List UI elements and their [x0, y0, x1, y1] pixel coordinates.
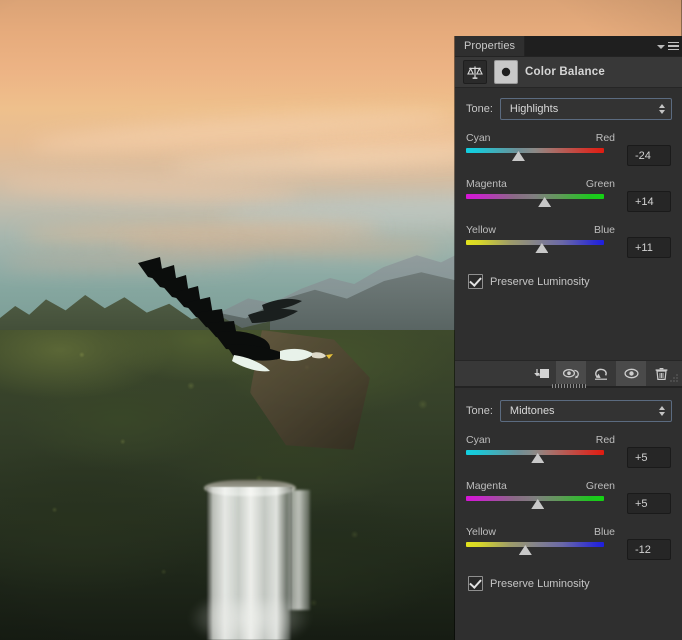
- tone-row: Tone: Midtones: [455, 400, 682, 422]
- tone-label: Tone:: [466, 103, 493, 115]
- adjustment-midtones: Tone: Midtones Cyan Red: [455, 388, 682, 640]
- slider-right-label: Red: [596, 132, 615, 144]
- adjustment-highlights: Color Balance Tone: Highlights: [455, 57, 682, 386]
- slider-left-label: Magenta: [466, 178, 507, 190]
- panel-empty-space: [455, 591, 682, 640]
- preserve-luminosity-row[interactable]: Preserve Luminosity: [455, 270, 682, 289]
- preserve-luminosity-checkbox[interactable]: [468, 274, 483, 289]
- slider-right-label: Blue: [594, 224, 615, 236]
- slider-track-wrap[interactable]: [466, 449, 604, 463]
- slider-left-label: Cyan: [466, 132, 491, 144]
- panel-tab-controls: [657, 36, 679, 56]
- slider-group: Cyan Red +5: [455, 434, 682, 560]
- slider-value-field[interactable]: +14: [627, 191, 671, 212]
- slider-right-label: Blue: [594, 526, 615, 538]
- waterfall-mist: [190, 600, 310, 640]
- slider-track[interactable]: [466, 148, 604, 153]
- slider-track[interactable]: [466, 496, 604, 501]
- slider-cyan-red: Cyan Red -24: [466, 132, 671, 166]
- slider-left-label: Yellow: [466, 526, 496, 538]
- adjustment-body: Tone: Highlights Cyan Red: [455, 88, 682, 360]
- slider-track[interactable]: [466, 240, 604, 245]
- slider-track[interactable]: [466, 450, 604, 455]
- slider-track-wrap[interactable]: [466, 541, 604, 555]
- clip-to-layer-button[interactable]: [526, 361, 556, 386]
- stepper-icon[interactable]: [659, 104, 665, 114]
- layer-mask-thumbnail-icon[interactable]: [494, 60, 518, 84]
- properties-panel: Properties: [455, 36, 682, 640]
- toggle-visibility-button[interactable]: [616, 361, 646, 386]
- application-window: Properties: [0, 0, 682, 640]
- slider-magenta-green: Magenta Green +14: [466, 178, 671, 212]
- slider-track[interactable]: [466, 194, 604, 199]
- slider-track[interactable]: [466, 542, 604, 547]
- panel-menu-icon[interactable]: [668, 42, 679, 51]
- slider-value-field[interactable]: +11: [627, 237, 671, 258]
- panel-empty-space: [455, 289, 682, 360]
- toggle-previous-button[interactable]: [556, 361, 586, 386]
- reset-button[interactable]: [586, 361, 616, 386]
- preserve-luminosity-label: Preserve Luminosity: [490, 276, 590, 288]
- slider-right-label: Red: [596, 434, 615, 446]
- adjustment-body: Tone: Midtones Cyan Red: [455, 388, 682, 640]
- slider-track-wrap[interactable]: [466, 193, 604, 207]
- chevron-down-icon[interactable]: [657, 45, 665, 49]
- slider-right-label: Green: [586, 480, 615, 492]
- slider-yellow-blue: Yellow Blue -12: [466, 526, 671, 560]
- eagle-icon: [130, 255, 340, 385]
- slider-value-field[interactable]: +5: [627, 447, 671, 468]
- slider-track-wrap[interactable]: [466, 147, 604, 161]
- tab-properties[interactable]: Properties: [455, 36, 525, 56]
- tone-select[interactable]: Highlights: [500, 98, 672, 120]
- adjustment-header: Color Balance: [455, 57, 682, 88]
- preserve-luminosity-checkbox[interactable]: [468, 576, 483, 591]
- color-balance-scales-icon: [463, 60, 487, 84]
- tone-label: Tone:: [466, 405, 493, 417]
- tone-select-value: Midtones: [510, 405, 555, 417]
- slider-cyan-red: Cyan Red +5: [466, 434, 671, 468]
- tone-row: Tone: Highlights: [455, 98, 682, 120]
- slider-yellow-blue: Yellow Blue +11: [466, 224, 671, 258]
- preserve-luminosity-row[interactable]: Preserve Luminosity: [455, 572, 682, 591]
- tone-select-value: Highlights: [510, 103, 558, 115]
- slider-left-label: Yellow: [466, 224, 496, 236]
- panel-tab-bar: Properties: [455, 36, 682, 57]
- slider-right-label: Green: [586, 178, 615, 190]
- slider-value-field[interactable]: -12: [627, 539, 671, 560]
- slider-track-wrap[interactable]: [466, 239, 604, 253]
- panel-resize-grip[interactable]: [669, 373, 680, 384]
- stepper-icon[interactable]: [659, 406, 665, 416]
- adjustment-title: Color Balance: [525, 66, 605, 78]
- slider-track-wrap[interactable]: [466, 495, 604, 509]
- slider-group: Cyan Red -24: [455, 132, 682, 258]
- slider-left-label: Magenta: [466, 480, 507, 492]
- slider-magenta-green: Magenta Green +5: [466, 480, 671, 514]
- tab-properties-label: Properties: [464, 40, 515, 52]
- slider-left-label: Cyan: [466, 434, 491, 446]
- adjustment-footer: [455, 360, 682, 386]
- slider-value-field[interactable]: -24: [627, 145, 671, 166]
- preserve-luminosity-label: Preserve Luminosity: [490, 578, 590, 590]
- tone-select[interactable]: Midtones: [500, 400, 672, 422]
- slider-value-field[interactable]: +5: [627, 493, 671, 514]
